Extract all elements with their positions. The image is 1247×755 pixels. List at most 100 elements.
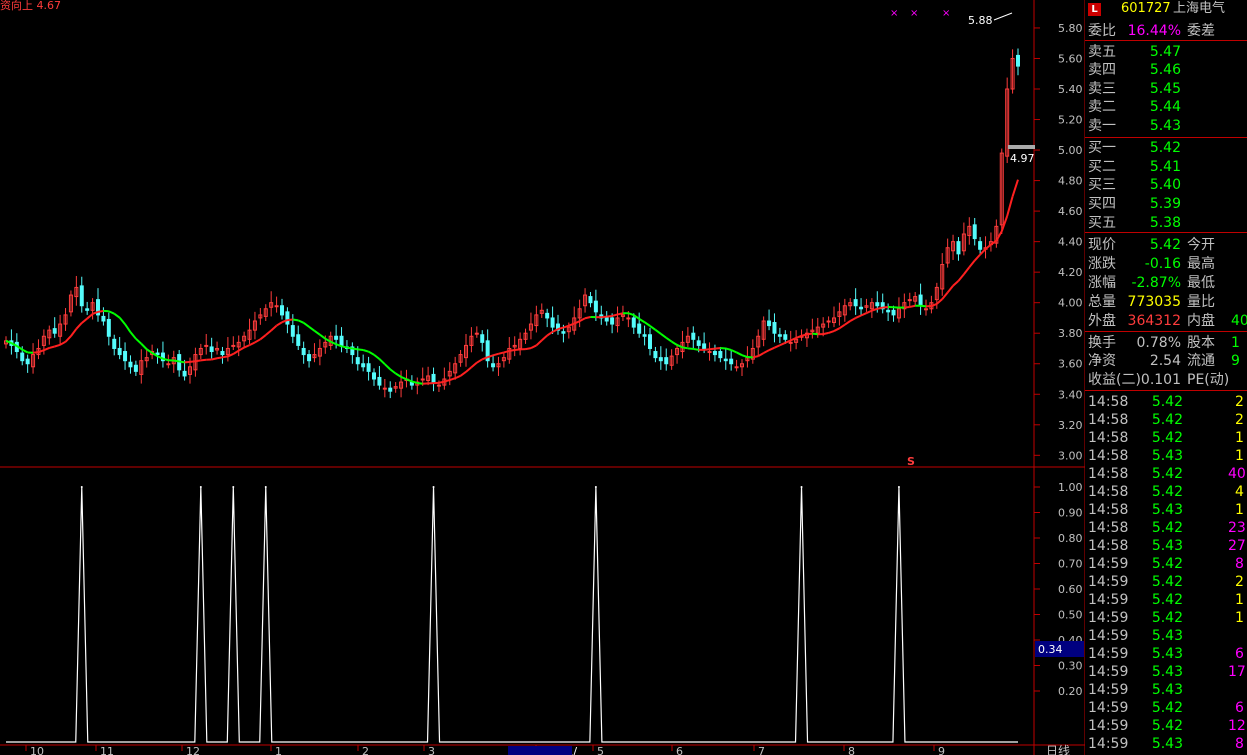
tick-time: 14:59 — [1088, 718, 1129, 734]
ma-segment-055 — [297, 319, 305, 324]
ma-segment-092 — [498, 351, 505, 355]
quote-row-0: 委比 16.44% 委差 — [1085, 22, 1247, 41]
ma-segment-004 — [21, 348, 29, 354]
ma-segment-082 — [444, 379, 451, 383]
indicator-axis: 1.000.900.800.700.600.500.400.300.20 — [1034, 481, 1083, 698]
indicator-tick-label: 0.90 — [1058, 507, 1083, 520]
tick-price: 5.43 — [1151, 628, 1183, 644]
ma-segment-026 — [140, 343, 148, 350]
candle-014 — [79, 276, 84, 313]
candle-051 — [280, 298, 284, 320]
quote-label: 买二 — [1088, 159, 1116, 175]
period-label[interactable]: 日线 — [1046, 744, 1070, 755]
tick-volume: 1 — [1235, 430, 1244, 446]
candlestick-series — [4, 48, 1020, 399]
ma-segment-148 — [801, 333, 808, 337]
ma-segment-122 — [660, 333, 667, 339]
candle-067 — [366, 356, 371, 381]
quote-label: 卖五 — [1088, 44, 1116, 60]
candle-087 — [474, 326, 479, 338]
candle-body-066 — [361, 363, 366, 368]
candle-012 — [68, 290, 73, 317]
tick-volume: 2 — [1235, 412, 1244, 428]
tick-row: 14:59 5.42 12 — [1085, 717, 1247, 735]
candle-016 — [90, 298, 95, 320]
ma-segment-014 — [75, 322, 83, 330]
candle-body-023 — [128, 361, 133, 368]
logo-icon[interactable]: L — [1088, 3, 1101, 16]
candle-body-103 — [561, 331, 566, 334]
candle-body-142 — [772, 322, 777, 334]
candle-176 — [956, 237, 961, 261]
ma-segment-074 — [400, 375, 407, 381]
ma-segment-174 — [941, 291, 949, 300]
ma-segment-037 — [200, 358, 207, 362]
ma-segment-102 — [552, 328, 559, 333]
candle-090 — [491, 354, 496, 372]
tick-volume: 1 — [1235, 448, 1244, 464]
ma-segment-060 — [324, 337, 332, 343]
candle-body-167 — [907, 299, 912, 302]
candle-166 — [902, 293, 907, 318]
panel-separator-4 — [1085, 390, 1247, 391]
candle-139 — [756, 329, 761, 357]
signal-series — [6, 486, 1018, 743]
tick-time: 14:59 — [1088, 700, 1129, 716]
tick-volume: 23 — [1228, 520, 1246, 536]
quote-value: 5.44 — [1149, 99, 1181, 115]
ma-segment-126 — [682, 346, 689, 350]
candle-160 — [869, 298, 874, 318]
ma-segment-156 — [844, 320, 851, 326]
ma-segment-081 — [438, 380, 445, 384]
candle-body-040 — [220, 351, 225, 356]
tick-price: 5.42 — [1151, 718, 1183, 734]
ma-segment-020 — [108, 310, 115, 315]
candle-057 — [312, 343, 317, 363]
price-tick-label: 4.60 — [1058, 205, 1083, 218]
candle-167 — [907, 292, 912, 307]
quote-label: 卖二 — [1088, 99, 1116, 115]
tick-price: 5.42 — [1151, 520, 1183, 536]
candle-098 — [534, 305, 539, 333]
tick-time: 14:59 — [1088, 646, 1129, 662]
candle-body-051 — [280, 305, 284, 316]
ma-segment-072 — [389, 368, 397, 375]
tick-row: 14:59 5.43 17 — [1085, 663, 1247, 681]
ma-segment-111 — [601, 315, 607, 319]
candle-body-052 — [285, 311, 290, 325]
candle-body-128 — [696, 340, 701, 346]
ma-segment-063 — [341, 345, 348, 349]
ma-segment-118 — [638, 318, 646, 324]
ma-segment-007 — [38, 349, 45, 354]
candle-178 — [967, 217, 972, 245]
ma-segment-012 — [64, 335, 72, 343]
tick-row: 14:58 5.42 2 — [1085, 393, 1247, 411]
ma-segment-108 — [584, 316, 591, 320]
candle-023 — [128, 355, 133, 374]
quote-label: 买三 — [1088, 177, 1116, 193]
ma-segment-123 — [665, 336, 673, 343]
ma-segment-045 — [243, 344, 250, 349]
candle-182 — [988, 232, 993, 252]
candle-body-033 — [182, 370, 187, 377]
tick-price: 5.42 — [1151, 394, 1183, 410]
ma-segment-159 — [860, 312, 867, 317]
candle-136 — [740, 359, 744, 376]
ma-segment-048 — [259, 334, 267, 341]
candle-043 — [236, 335, 241, 357]
candle-120 — [653, 346, 658, 363]
date-label: 6 — [676, 745, 683, 755]
ma-segment-153 — [828, 330, 835, 334]
tick-price: 5.42 — [1151, 430, 1183, 446]
indicator-tick-label: 0.80 — [1058, 532, 1083, 545]
candle-102 — [556, 314, 560, 335]
chart-stage[interactable]: 5.80 5.60 5.40 5.20 5.00 4.80 4.60 4.40 4.20 4.00… — [0, 0, 1247, 755]
quote-label: 委比 — [1088, 23, 1116, 39]
candle-072 — [393, 382, 398, 393]
ma-segment-011 — [59, 340, 67, 346]
quote-row-3: 卖三 5.45 — [1085, 80, 1247, 99]
candle-body-038 — [209, 346, 214, 353]
ma-segment-015 — [81, 317, 88, 324]
candle-096 — [523, 328, 528, 344]
ma-segment-155 — [838, 323, 846, 330]
